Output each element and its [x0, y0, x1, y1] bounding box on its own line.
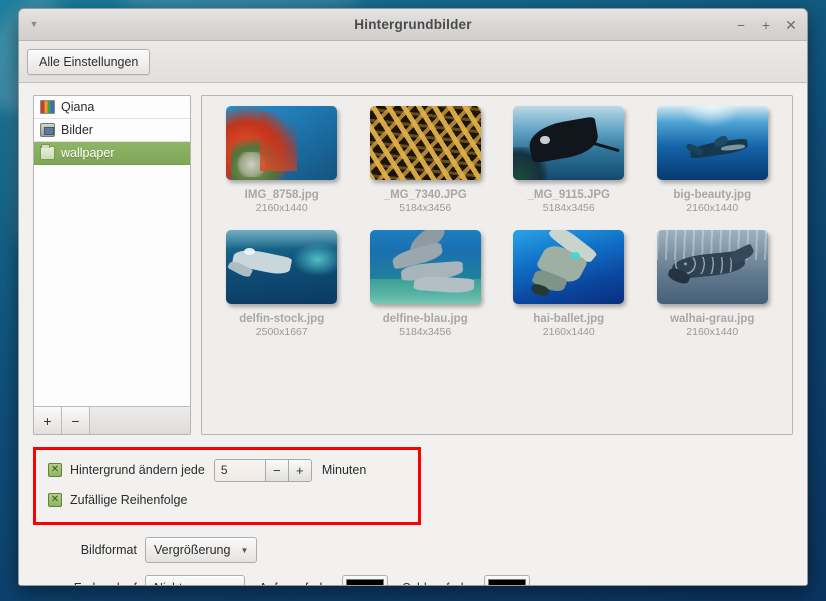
change-background-label: Hintergrund ändern jede	[70, 463, 205, 477]
sidebar-item-label: wallpaper	[61, 146, 115, 160]
wallpaper-item[interactable]: _MG_9115.JPG 5184x3456	[497, 106, 641, 216]
highlight-annotation-box: Hintergrund ändern jede 5 − + Minuten Zu…	[33, 447, 421, 525]
interval-input[interactable]: 5	[214, 459, 265, 481]
gradient-label: Farbverlauf	[33, 581, 137, 585]
wallpaper-name: _MG_7340.JPG	[383, 189, 467, 201]
picture-aspect-row: Bildformat Vergrößerung ▼	[33, 537, 793, 563]
close-icon[interactable]: ✕	[785, 18, 797, 32]
backgrounds-window: ▼ Hintergrundbilder − + ✕ Alle Einstellu…	[18, 8, 808, 586]
gradient-select[interactable]: Nichts ▼	[145, 575, 245, 586]
wallpaper-name: big-beauty.jpg	[673, 189, 752, 201]
wallpaper-item[interactable]: big-beauty.jpg 2160x1440	[641, 106, 785, 216]
sidebar-item-qiana[interactable]: Qiana	[34, 96, 190, 119]
wallpaper-dimensions: 2500x1667	[255, 326, 308, 339]
picture-aspect-select[interactable]: Vergrößerung ▼	[145, 537, 258, 563]
folder-list: Qiana Bilder wallpaper	[34, 96, 190, 406]
folder-actions: + −	[34, 406, 190, 434]
wallpaper-thumbnail[interactable]	[369, 106, 481, 180]
wallpaper-name: delfin-stock.jpg	[239, 313, 325, 326]
window-menu-icon[interactable]: ▼	[19, 20, 49, 29]
sidebar-item-label: Qiana	[61, 100, 95, 114]
picture-aspect-value: Vergrößerung	[154, 543, 231, 557]
remove-folder-button[interactable]: −	[62, 407, 90, 434]
wallpaper-thumbnail[interactable]	[226, 230, 338, 305]
change-background-row: Hintergrund ändern jede 5 − + Minuten	[48, 457, 408, 483]
window-controls: − + ✕	[735, 18, 797, 32]
interval-increment-button[interactable]: +	[287, 459, 311, 481]
wallpaper-item[interactable]: _MG_7340.JPG 5184x3456	[354, 106, 498, 216]
wallpaper-thumbnail[interactable]	[656, 230, 768, 305]
wallpaper-name: IMG_8758.jpg	[244, 189, 319, 201]
wallpaper-dimensions: 5184x3456	[542, 202, 595, 215]
window-title: Hintergrundbilder	[354, 17, 472, 32]
wallpaper-thumbnail[interactable]	[513, 106, 625, 180]
all-settings-button[interactable]: Alle Einstellungen	[27, 48, 151, 75]
interval-spinner: 5 − +	[213, 458, 312, 482]
color-swatch-icon	[40, 100, 55, 114]
change-background-checkbox[interactable]	[48, 463, 62, 477]
end-color-label: Schlussfarbe	[402, 581, 474, 585]
wallpaper-dimensions: 2160x1440	[255, 202, 308, 215]
start-color-button[interactable]	[342, 575, 389, 585]
gradient-value: Nichts	[154, 581, 189, 585]
random-order-checkbox[interactable]	[48, 493, 62, 507]
end-color-swatch	[487, 579, 526, 585]
chevron-down-icon: ▼	[240, 545, 249, 555]
add-folder-button[interactable]: +	[34, 407, 62, 434]
wallpaper-item[interactable]: hai-ballet.jpg 2160x1440	[497, 230, 641, 340]
maximize-icon[interactable]: +	[760, 18, 772, 32]
options-section: Hintergrund ändern jede 5 − + Minuten Zu…	[33, 447, 793, 586]
wallpaper-dimensions: 5184x3456	[399, 202, 452, 215]
sidebar-item-label: Bilder	[61, 123, 93, 137]
interval-decrement-button[interactable]: −	[264, 459, 288, 481]
panes: Qiana Bilder wallpaper + − IMG_8758.jpg …	[33, 95, 793, 435]
random-order-row: Zufällige Reihenfolge	[48, 487, 408, 513]
wallpaper-item[interactable]: delfin-stock.jpg 2500x1667	[210, 230, 354, 340]
wallpaper-name: hai-ballet.jpg	[533, 313, 605, 326]
toolbar: Alle Einstellungen	[19, 41, 807, 83]
wallpaper-thumbnail[interactable]	[513, 230, 625, 305]
wallpaper-item[interactable]: delfine-blau.jpg 5184x3456	[354, 230, 498, 340]
folder-sidebar: Qiana Bilder wallpaper + −	[33, 95, 191, 435]
wallpaper-grid: IMG_8758.jpg 2160x1440 _MG_7340.JPG 5184…	[210, 106, 784, 340]
wallpaper-thumbnail[interactable]	[369, 230, 481, 305]
picture-aspect-label: Bildformat	[80, 543, 137, 557]
minutes-label: Minuten	[321, 463, 367, 477]
chevron-down-icon: ▼	[228, 584, 236, 586]
minimize-icon[interactable]: −	[735, 18, 747, 32]
wallpaper-grid-pane: IMG_8758.jpg 2160x1440 _MG_7340.JPG 5184…	[201, 95, 793, 435]
start-color-label: Anfangsfarbe	[259, 581, 333, 585]
wallpaper-dimensions: 2160x1440	[542, 326, 595, 339]
gradient-row: Farbverlauf Nichts ▼ Anfangsfarbe Schlus…	[33, 575, 793, 586]
sidebar-item-wallpaper[interactable]: wallpaper	[34, 142, 190, 165]
end-color-button[interactable]	[483, 575, 530, 585]
title-bar: ▼ Hintergrundbilder − + ✕	[19, 9, 807, 41]
wallpaper-thumbnail[interactable]	[226, 106, 338, 180]
wallpaper-name: walhai-grau.jpg	[670, 313, 755, 326]
sidebar-item-bilder[interactable]: Bilder	[34, 119, 190, 142]
pictures-folder-icon	[40, 123, 55, 137]
start-color-swatch	[346, 579, 385, 585]
wallpaper-item[interactable]: walhai-grau.jpg 2160x1440	[641, 230, 785, 340]
folder-icon	[40, 144, 55, 160]
wallpaper-dimensions: 5184x3456	[399, 326, 452, 339]
wallpaper-thumbnail[interactable]	[656, 106, 768, 180]
wallpaper-dimensions: 2160x1440	[686, 326, 739, 339]
wallpaper-name: _MG_9115.JPG	[527, 189, 610, 201]
random-order-label: Zufällige Reihenfolge	[70, 493, 188, 507]
wallpaper-item[interactable]: IMG_8758.jpg 2160x1440	[210, 106, 354, 216]
wallpaper-dimensions: 2160x1440	[686, 202, 739, 215]
wallpaper-name: delfine-blau.jpg	[382, 313, 468, 326]
window-content: Qiana Bilder wallpaper + − IMG_8758.jpg …	[19, 83, 807, 586]
